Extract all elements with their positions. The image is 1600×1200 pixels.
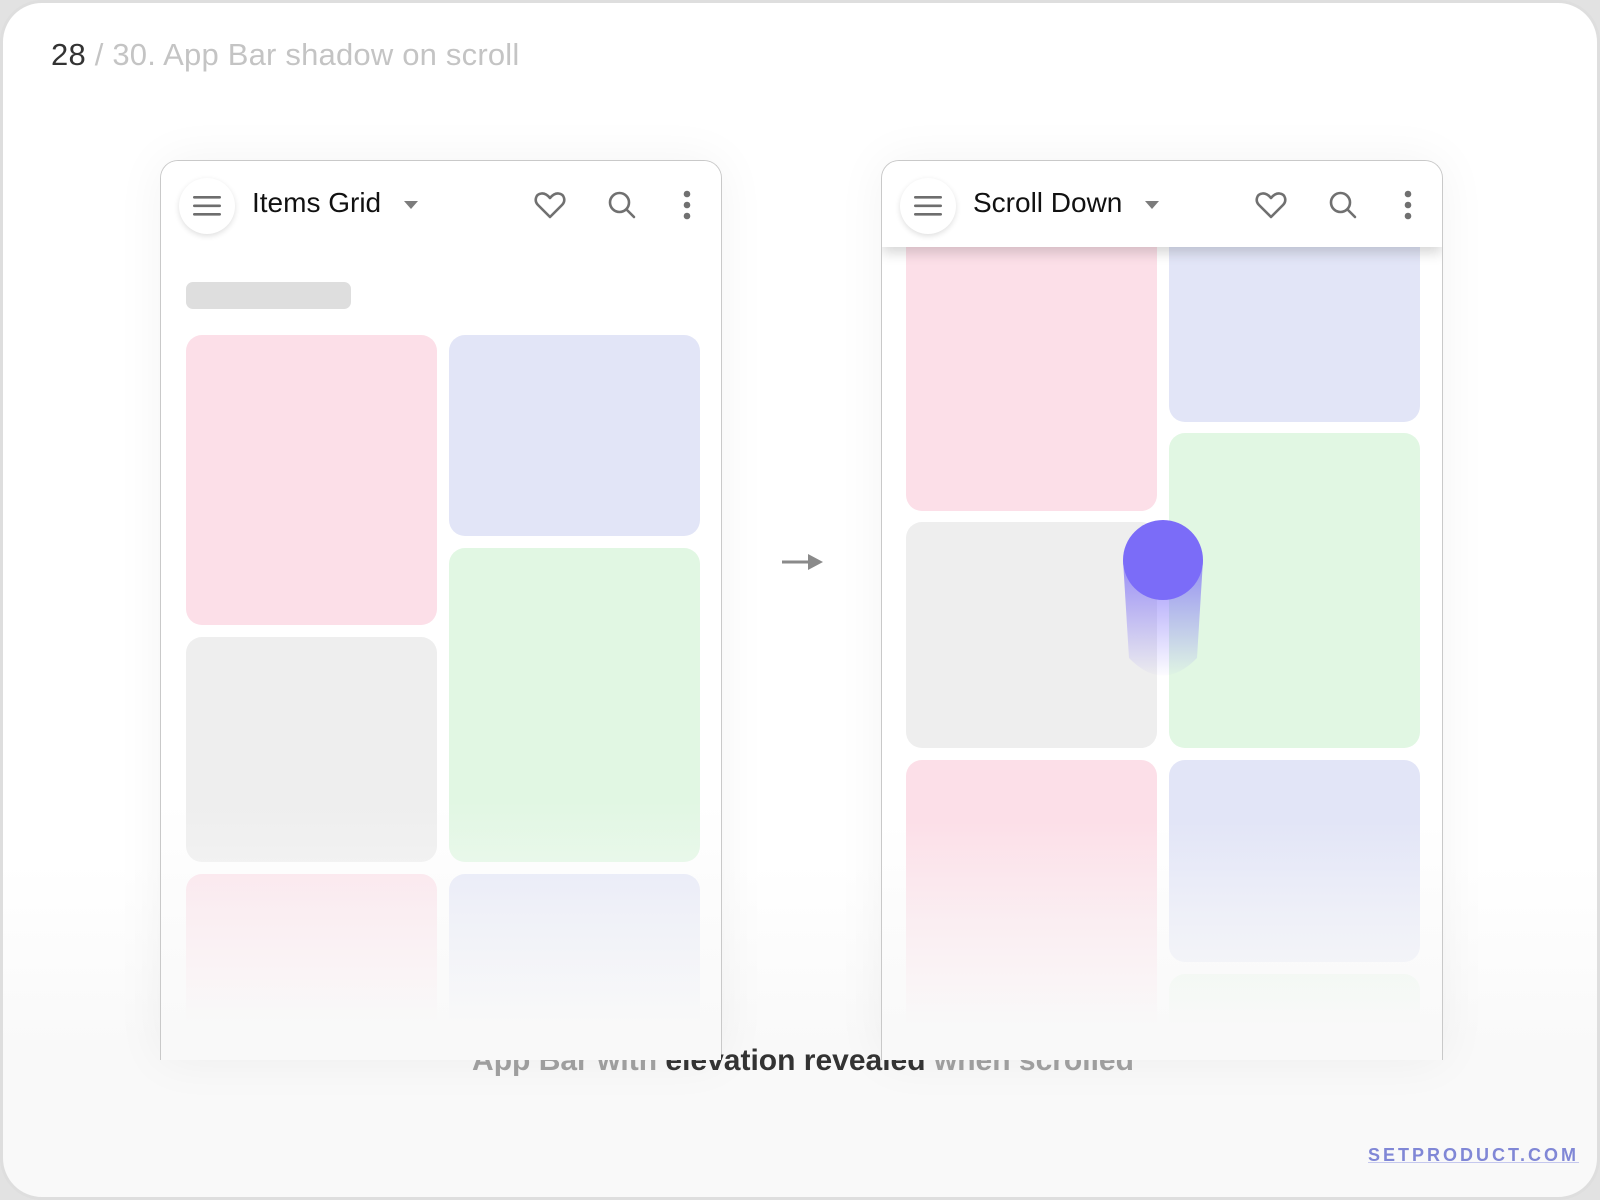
- page-heading: 30. App Bar shadow on scroll: [112, 37, 520, 72]
- dropdown-caret-icon[interactable]: [404, 201, 418, 209]
- app-bar-elevated: Scroll Down: [882, 161, 1442, 247]
- section-header-skeleton: [186, 282, 351, 309]
- grid-card[interactable]: [1169, 433, 1420, 748]
- page-separator: /: [85, 37, 113, 72]
- more-options-button[interactable]: [1390, 187, 1426, 223]
- heart-icon: [534, 192, 566, 219]
- touch-point: [1123, 520, 1203, 600]
- phone-resting-state: Items Grid: [160, 160, 722, 1060]
- setproduct-link[interactable]: SETPRODUCT.COM: [1368, 1145, 1579, 1166]
- grid-card[interactable]: [906, 201, 1157, 511]
- app-bar-title[interactable]: Scroll Down: [973, 187, 1122, 219]
- favorite-button[interactable]: [532, 187, 568, 223]
- more-vert-icon: [1404, 190, 1412, 220]
- menu-button[interactable]: [900, 178, 956, 234]
- bottom-fade: [882, 821, 1442, 1060]
- app-bar-title[interactable]: Items Grid: [252, 187, 381, 219]
- grid-card[interactable]: [449, 335, 700, 536]
- dropdown-caret-icon[interactable]: [1145, 201, 1159, 209]
- slide: 28 / 30. App Bar shadow on scroll Items …: [0, 0, 1600, 1200]
- favorite-button[interactable]: [1253, 187, 1289, 223]
- page-title: 28 / 30. App Bar shadow on scroll: [51, 37, 519, 73]
- page-number: 28: [51, 37, 86, 72]
- menu-icon: [193, 196, 221, 216]
- touch-gesture-indicator: [1123, 520, 1203, 676]
- grid-card[interactable]: [906, 522, 1157, 748]
- more-vert-icon: [683, 190, 691, 220]
- menu-icon: [914, 196, 942, 216]
- heart-icon: [1255, 192, 1287, 219]
- search-button[interactable]: [1325, 187, 1361, 223]
- grid-card[interactable]: [186, 335, 437, 625]
- arrow-right-icon: [782, 554, 823, 570]
- search-icon: [1329, 191, 1357, 219]
- more-options-button[interactable]: [669, 187, 705, 223]
- app-bar: Items Grid: [161, 161, 721, 247]
- search-button[interactable]: [604, 187, 640, 223]
- menu-button[interactable]: [179, 178, 235, 234]
- bottom-fade: [161, 801, 721, 1060]
- search-icon: [608, 191, 636, 219]
